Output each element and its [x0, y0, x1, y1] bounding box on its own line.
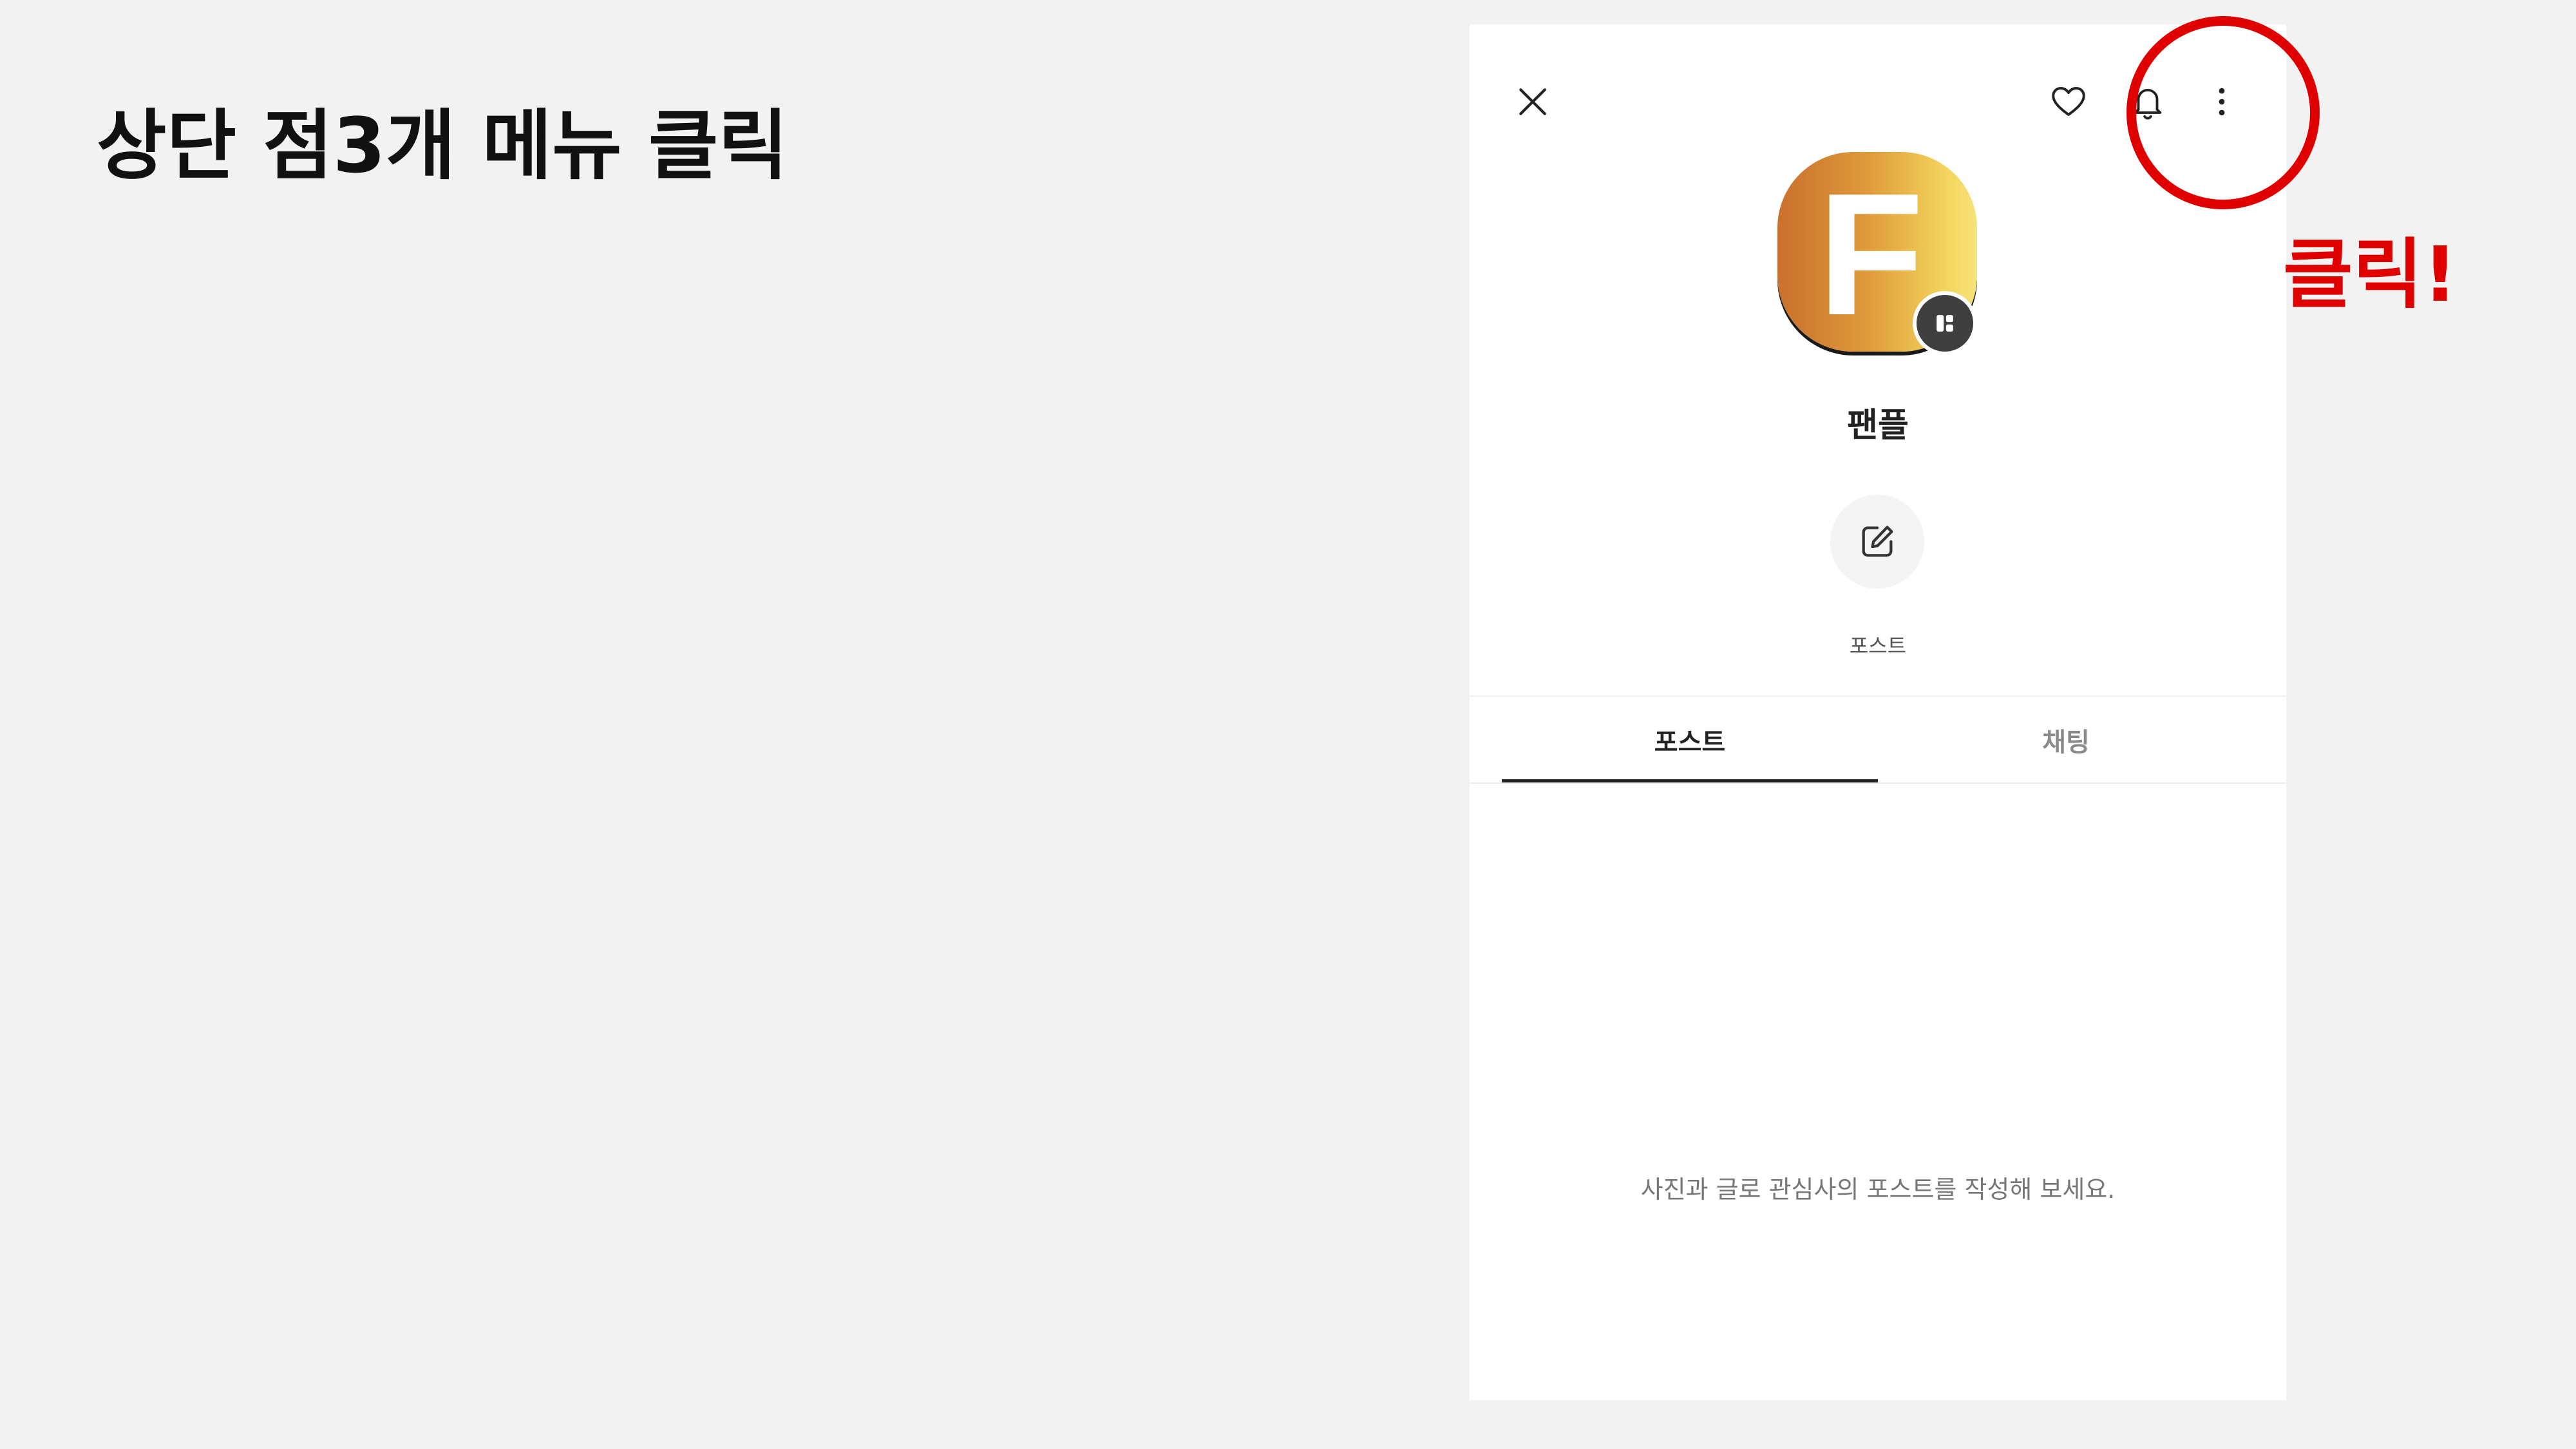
empty-state-message: 사진과 글로 관심사의 포스트를 작성해 보세요. [1640, 1175, 2116, 1204]
edit-icon [1862, 526, 1893, 557]
favorite-button[interactable] [2036, 70, 2101, 134]
close-icon [1519, 88, 1546, 115]
heart-icon [2052, 87, 2085, 116]
write-post-label: 포스트 [1849, 634, 1907, 658]
divider [1470, 696, 2286, 697]
tab-chat[interactable]: 채팅 [1878, 721, 2254, 759]
phone-screen: F 팬플 포스트 포스트 채팅 사진과 글로 관심사의 포스트를 작성해 보세요… [1470, 24, 2286, 1400]
logo-badge [1913, 291, 1977, 355]
profile-logo: F [1777, 152, 1981, 355]
close-button[interactable] [1501, 70, 1565, 134]
tabs-divider [1470, 782, 2286, 784]
click-annotation: 클릭! [2283, 230, 2458, 319]
write-post-button[interactable] [1830, 495, 1924, 589]
profile-name: 팬플 [1847, 406, 1909, 445]
tab-posts[interactable]: 포스트 [1502, 721, 1878, 759]
logo-letter: F [1817, 158, 1924, 352]
highlight-circle [2126, 16, 2320, 209]
board-icon [1937, 315, 1953, 332]
slide-title: 상단 점3개 메뉴 클릭 [97, 101, 788, 190]
